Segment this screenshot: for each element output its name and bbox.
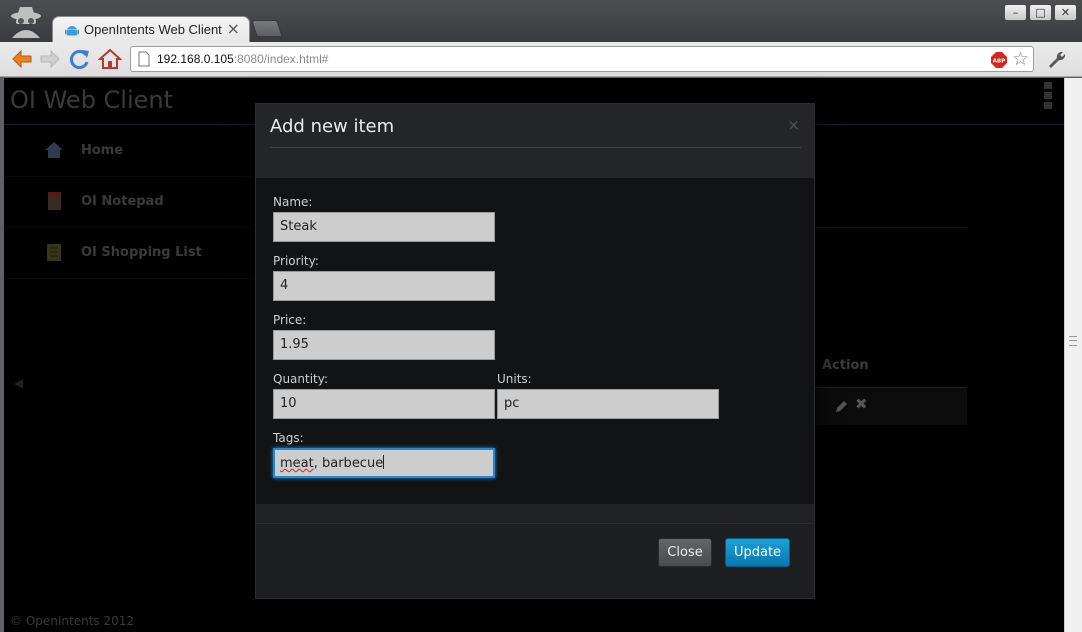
url-host: 192.168.0.105 — [157, 52, 234, 66]
sidebar-item-label: OI Shopping List — [81, 245, 202, 260]
priority-field[interactable]: 4 — [273, 271, 495, 301]
footer-copyright: © OpenIntents 2012 — [10, 614, 135, 628]
action-column-header: Action — [822, 358, 869, 373]
sidebar-item-shopping-list[interactable]: OI Shopping List — [4, 228, 254, 279]
quantity-field[interactable]: 10 — [273, 389, 495, 419]
header-divider — [270, 147, 801, 148]
divider — [815, 227, 967, 228]
price-field[interactable]: 1.95 — [273, 330, 495, 360]
home-icon[interactable] — [98, 47, 122, 71]
tags-value-rest: , barbecue — [313, 456, 384, 471]
dialog-header: Add new item × — [256, 104, 814, 178]
browser-tab[interactable]: OpenIntents Web Client × — [52, 16, 250, 44]
new-tab-button[interactable] — [251, 20, 283, 37]
browser-titlebar: OpenIntents Web Client × – □ ✕ — [0, 0, 1082, 44]
menu-icon[interactable] — [1044, 82, 1054, 112]
units-label: Units: — [497, 372, 532, 386]
sidebar-item-notepad[interactable]: OI Notepad — [4, 177, 254, 228]
units-field[interactable]: pc — [497, 389, 719, 419]
dialog-close-icon[interactable]: × — [787, 116, 800, 134]
text-caret — [383, 455, 385, 469]
notepad-icon — [48, 192, 61, 210]
forward-arrow-icon[interactable] — [38, 47, 62, 71]
quantity-label: Quantity: — [273, 372, 329, 386]
wrench-icon[interactable] — [1045, 48, 1067, 70]
sidebar-item-label: Home — [81, 143, 124, 158]
sidebar-item-home[interactable]: Home — [4, 126, 254, 177]
dialog-footer: Close Update — [256, 524, 814, 598]
priority-label: Priority: — [273, 254, 319, 268]
sidebar: Home OI Notepad OI Shopping List — [4, 126, 254, 279]
dialog-body: Name: Steak Priority: 4 Price: 1.95 Quan… — [256, 178, 814, 504]
minimize-button[interactable]: – — [1004, 4, 1027, 21]
edit-icon[interactable] — [835, 400, 848, 413]
table-row: ✖ — [815, 387, 967, 425]
svg-text:ABP: ABP — [993, 59, 1005, 65]
reload-icon[interactable] — [68, 47, 92, 71]
close-button[interactable]: Close — [658, 538, 712, 567]
home-icon — [45, 142, 63, 158]
shopping-list-icon — [47, 244, 61, 261]
tab-close-icon[interactable]: × — [227, 19, 240, 38]
incognito-icon — [11, 7, 41, 38]
vertical-scrollbar[interactable] — [1064, 78, 1082, 632]
misspelled-word: meat — [280, 456, 314, 471]
close-window-button[interactable]: ✕ — [1054, 4, 1077, 21]
name-field[interactable]: Steak — [273, 212, 495, 242]
name-label: Name: — [273, 195, 313, 209]
update-button[interactable]: Update — [725, 538, 790, 567]
maximize-button[interactable]: □ — [1029, 4, 1052, 21]
star-icon[interactable]: ☆ — [1012, 48, 1029, 70]
add-item-dialog: Add new item × Name: Steak Priority: 4 P… — [255, 103, 815, 599]
price-label: Price: — [273, 313, 307, 327]
url-path: :8080/index.html# — [233, 52, 329, 66]
android-favicon — [65, 26, 79, 36]
dialog-title: Add new item — [270, 116, 395, 137]
tags-field[interactable]: meat, barbecue — [273, 448, 495, 478]
delete-icon[interactable]: ✖ — [855, 395, 868, 413]
app-title: OI Web Client — [10, 86, 174, 114]
collapse-arrow-icon[interactable]: ◀ — [14, 376, 23, 390]
tab-title: OpenIntents Web Client — [84, 22, 222, 37]
back-arrow-icon[interactable] — [10, 47, 34, 71]
scrollbar-grip[interactable] — [1069, 336, 1077, 346]
dialog-separator — [256, 504, 814, 524]
url-text: 192.168.0.105:8080/index.html# — [157, 52, 328, 66]
sidebar-item-label: OI Notepad — [81, 194, 164, 209]
page-icon — [138, 51, 150, 67]
browser-toolbar: 192.168.0.105:8080/index.html# ABP ☆ — [0, 42, 1082, 77]
tags-label: Tags: — [273, 431, 304, 445]
adblock-icon[interactable]: ABP — [991, 52, 1007, 68]
address-bar[interactable]: 192.168.0.105:8080/index.html# ABP ☆ — [130, 46, 1034, 72]
